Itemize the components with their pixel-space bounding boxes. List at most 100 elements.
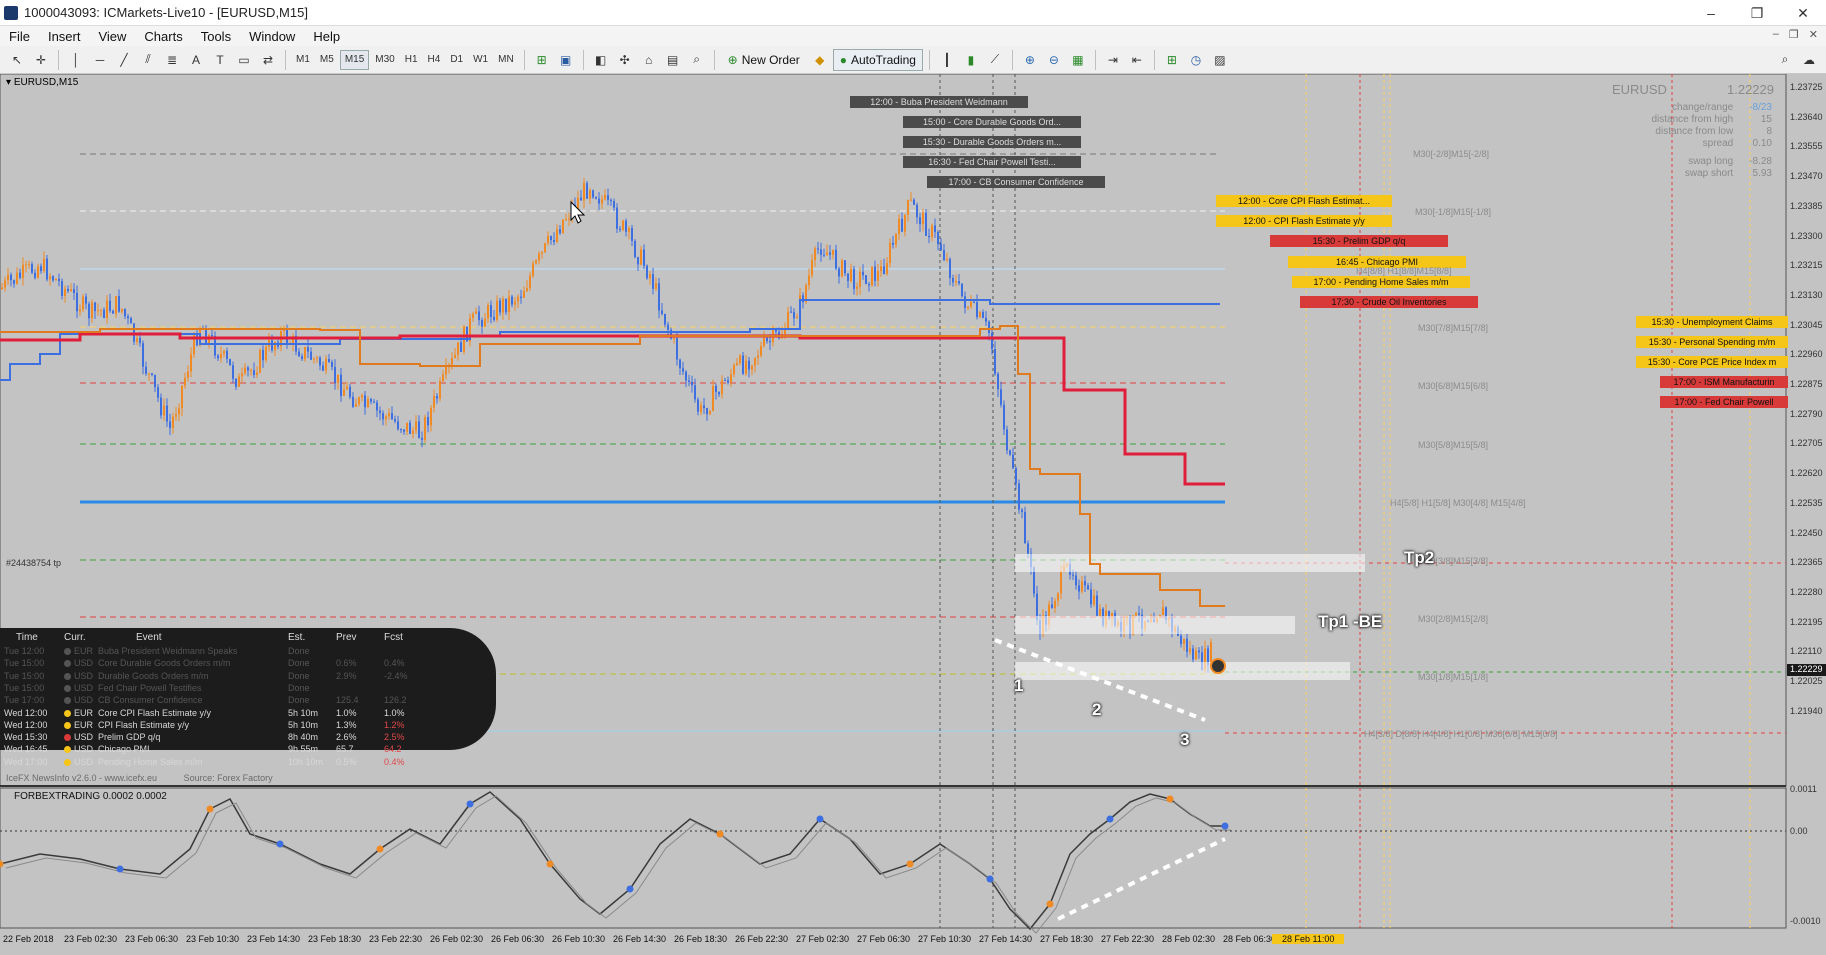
channel-icon[interactable]: ⫽ [137, 49, 159, 71]
price-bar-body [493, 317, 495, 320]
menu-file[interactable]: File [0, 29, 39, 44]
news-cell-prev: 1.0% [336, 707, 357, 718]
price-bar-body [688, 380, 690, 382]
menu-help[interactable]: Help [304, 29, 349, 44]
price-bar-body [391, 413, 393, 420]
timeframe-h4[interactable]: H4 [424, 50, 445, 70]
news-bar-past: 16:30 - Fed Chair Powell Testi... [903, 156, 1081, 168]
tile-windows-icon[interactable]: ▦ [1067, 49, 1089, 71]
timeframe-m30[interactable]: M30 [371, 50, 398, 70]
news-row[interactable]: Tue 15:00 USD Core Durable Goods Orders m/… [0, 658, 405, 670]
arrows-icon[interactable]: ▭ [233, 49, 255, 71]
zoom-in-icon[interactable]: ⊕ [1019, 49, 1041, 71]
search-icon[interactable]: ⌕ [1774, 49, 1796, 71]
horizontal-line-icon[interactable]: ─ [89, 49, 111, 71]
news-row[interactable]: Tue 15:00 USD Fed Chair Powell Testifies Do… [0, 683, 400, 695]
chat-icon[interactable]: ☁ [1798, 49, 1820, 71]
impact-dot-icon [64, 697, 71, 705]
new-chart-icon[interactable]: ⊞ [531, 49, 553, 71]
tester-icon[interactable]: ⌕ [686, 49, 708, 71]
timeframe-m1[interactable]: M1 [292, 50, 314, 70]
timeframe-m15[interactable]: M15 [339, 49, 370, 70]
price-bar-body [556, 229, 558, 242]
auto-scroll-icon[interactable]: ⇥ [1102, 49, 1124, 71]
market-watch-icon[interactable]: ◧ [590, 49, 612, 71]
price-bar-body [1075, 575, 1077, 586]
news-row[interactable]: Tue 17:00 USD CB Consumer Confidence Done 12… [0, 695, 407, 707]
price-axis-label: 1.23725 [1790, 82, 1823, 92]
menu-insert[interactable]: Insert [39, 29, 90, 44]
price-bar-body [232, 365, 234, 379]
new-order-button[interactable]: ⊕ New Order [721, 49, 807, 71]
bar-chart-icon[interactable]: ┃ [936, 49, 958, 71]
trendline-icon[interactable]: ╱ [113, 49, 135, 71]
text-tool-icon[interactable]: A [185, 49, 207, 71]
autotrading-button[interactable]: ● AutoTrading [832, 48, 923, 71]
price-bar-body [1090, 589, 1092, 605]
chart-symbol-label: ▾ EURUSD,M15 [6, 77, 79, 88]
zoom-out-icon[interactable]: ⊖ [1043, 49, 1065, 71]
templates-icon[interactable]: ▨ [1209, 49, 1231, 71]
mdi-minimize-icon[interactable]: – [1773, 28, 1779, 41]
timeframe-mn[interactable]: MN [494, 50, 518, 70]
price-bar-body [1192, 648, 1194, 660]
news-row[interactable]: Wed 12:00 EUR CPI Flash Estimate y/y 5h 10m… [0, 720, 405, 732]
news-row[interactable]: Tue 15:00 USD Durable Goods Orders m/m Done… [0, 670, 408, 683]
news-bar-past: 17:00 - CB Consumer Confidence [927, 176, 1105, 188]
oscillator-dot [1046, 900, 1054, 908]
candlestick-icon[interactable]: ▮ [960, 49, 982, 71]
price-bar-body [85, 296, 87, 304]
profiles-icon[interactable]: ▣ [555, 49, 577, 71]
crosshair-tool-icon[interactable]: ✛ [30, 49, 52, 71]
news-cell-est: Done [288, 658, 310, 669]
vertical-line-icon[interactable]: │ [65, 49, 87, 71]
price-bar-body [673, 338, 675, 340]
price-bar-body [16, 272, 18, 284]
menu-view[interactable]: View [89, 29, 135, 44]
shapes-icon[interactable]: ⇄ [257, 49, 279, 71]
fibonacci-icon[interactable]: ≣ [161, 49, 183, 71]
mdi-close-icon[interactable]: ✕ [1809, 28, 1818, 41]
price-bar-body [1024, 511, 1026, 544]
impact-dot-icon [64, 721, 71, 729]
news-row[interactable]: Wed 17:00 USD Pending Home Sales m/m 10h 10… [0, 757, 405, 769]
data-window-icon[interactable]: ⌂ [638, 49, 660, 71]
navigator-icon[interactable]: ✣ [614, 49, 636, 71]
periods-icon[interactable]: ◷ [1185, 49, 1207, 71]
news-row[interactable]: Wed 16:45 USD Chicago PMI 9h 55m 65.7 64.2 [0, 744, 402, 756]
menu-tools[interactable]: Tools [192, 29, 240, 44]
metaeditor-icon[interactable]: ◆ [809, 49, 831, 71]
maximize-button[interactable]: ❐ [1734, 0, 1780, 26]
terminal-icon[interactable]: ▤ [662, 49, 684, 71]
menu-charts[interactable]: Charts [135, 29, 191, 44]
line-chart-icon[interactable]: ⟋ [984, 49, 1006, 71]
timeframe-d1[interactable]: D1 [446, 50, 467, 70]
murrey-label: M30[7/8]M15[7/8] [1418, 323, 1489, 333]
price-bar-body [421, 437, 423, 440]
price-bar-body [568, 218, 570, 220]
timeframe-h1[interactable]: H1 [401, 50, 422, 70]
news-cell-est: Done [288, 682, 310, 693]
news-row[interactable]: Wed 15:30 USD Prelim GDP q/q 8h 40m 2.6% 2.5% [0, 732, 405, 744]
price-bar-body [472, 313, 474, 318]
timeframe-m5[interactable]: M5 [316, 50, 338, 70]
menu-window[interactable]: Window [240, 29, 304, 44]
minimize-button[interactable]: – [1688, 0, 1734, 26]
price-chart[interactable] [0, 74, 1826, 955]
indicators-icon[interactable]: ⊞ [1161, 49, 1183, 71]
news-row[interactable]: Tue 12:00 EUR Buba President Weidmann Spea… [0, 646, 400, 658]
cursor-tool-icon[interactable]: ↖ [6, 49, 28, 71]
chart-window[interactable]: ▾ EURUSD,M15 #24438754 tp EURUSD 1.22229… [0, 74, 1826, 955]
price-axis-label: 1.23385 [1790, 200, 1823, 211]
mdi-restore-icon[interactable]: ❐ [1789, 28, 1799, 41]
news-row[interactable]: Wed 12:00 EUR Core CPI Flash Estimate y/y 5… [0, 707, 405, 720]
chart-shift-icon[interactable]: ⇤ [1126, 49, 1148, 71]
price-bar-body [823, 254, 825, 256]
price-bar-body [730, 374, 732, 383]
news-cell-curr: USD [74, 670, 94, 681]
text-label-icon[interactable]: T [209, 49, 231, 71]
news-cell-event: Core CPI Flash Estimate y/y [98, 707, 212, 718]
timeframe-w1[interactable]: W1 [469, 50, 492, 70]
close-button[interactable]: ✕ [1780, 0, 1826, 26]
price-bar-body [535, 260, 537, 264]
